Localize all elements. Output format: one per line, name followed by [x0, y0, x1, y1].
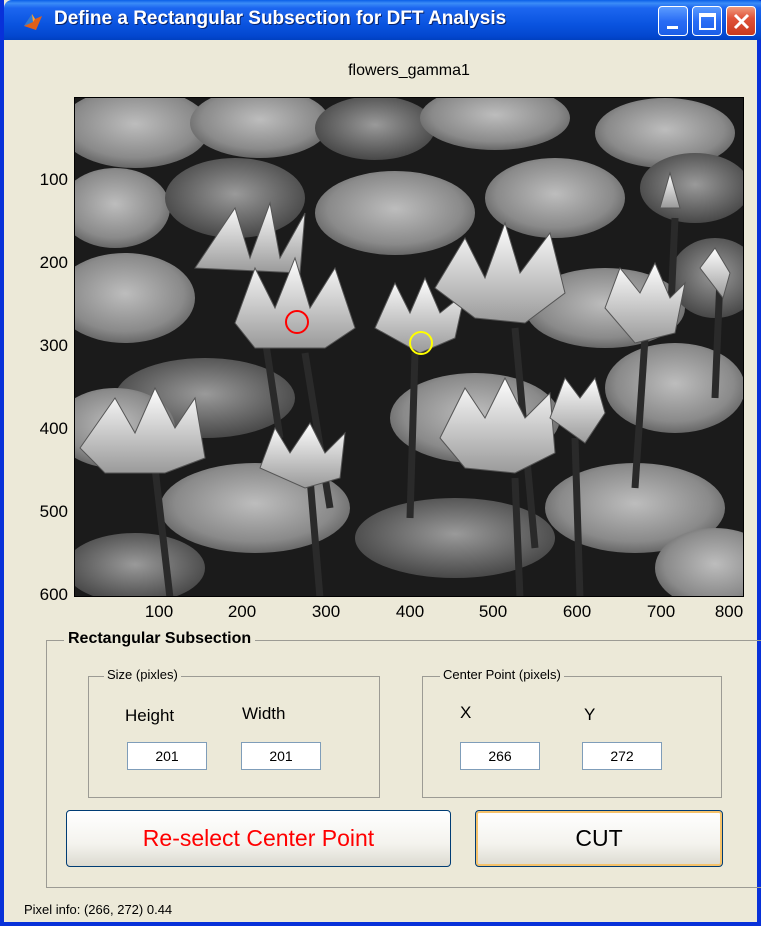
center-y-field[interactable]: 272: [582, 742, 662, 770]
lily-image: [75, 98, 743, 596]
center-point-group-title: Center Point (pixels): [440, 667, 564, 682]
height-field[interactable]: 201: [127, 742, 207, 770]
x-tick-700: 700: [646, 602, 676, 621]
center-point-group: [422, 676, 722, 798]
x-label: X: [460, 703, 472, 722]
window-title: Define a Rectangular Subsection for DFT …: [54, 8, 507, 29]
x-tick-400: 400: [395, 602, 425, 621]
width-label: Width: [242, 704, 286, 723]
minimize-button[interactable]: [658, 6, 688, 36]
minimize-icon: [667, 26, 678, 29]
cut-button[interactable]: CUT: [475, 810, 723, 867]
image-axes[interactable]: [74, 97, 744, 597]
height-label: Height: [125, 706, 175, 725]
size-group-title: Size (pixles): [104, 667, 181, 682]
close-button[interactable]: [726, 6, 756, 36]
y-tick-300: 300: [39, 336, 68, 355]
panel-title: Rectangular Subsection: [64, 630, 256, 648]
x-tick-100: 100: [144, 602, 174, 621]
x-tick-200: 200: [227, 602, 257, 621]
maximize-button[interactable]: [692, 6, 722, 36]
matlab-icon: [24, 14, 42, 30]
y-tick-600: 600: [39, 585, 68, 604]
y-tick-200: 200: [39, 253, 68, 272]
title-bar[interactable]: Define a Rectangular Subsection for DFT …: [4, 0, 761, 40]
y-tick-500: 500: [39, 502, 68, 521]
close-icon: [733, 13, 750, 30]
reselect-center-point-button[interactable]: Re-select Center Point: [66, 810, 451, 867]
size-group: [88, 676, 380, 798]
y-tick-400: 400: [39, 419, 68, 438]
center-x-field[interactable]: 266: [460, 742, 540, 770]
y-label: Y: [584, 705, 596, 724]
axes-title: flowers_gamma1: [348, 62, 470, 79]
y-tick-100: 100: [39, 170, 68, 189]
width-field[interactable]: 201: [241, 742, 321, 770]
figure-window: Define a Rectangular Subsection for DFT …: [0, 0, 761, 926]
maximize-icon: [699, 13, 716, 30]
x-tick-300: 300: [311, 602, 341, 621]
x-tick-800: 800: [714, 602, 744, 621]
x-tick-500: 500: [478, 602, 508, 621]
x-tick-600: 600: [562, 602, 592, 621]
pixel-info-status: Pixel info: (266, 272) 0.44: [24, 902, 173, 917]
